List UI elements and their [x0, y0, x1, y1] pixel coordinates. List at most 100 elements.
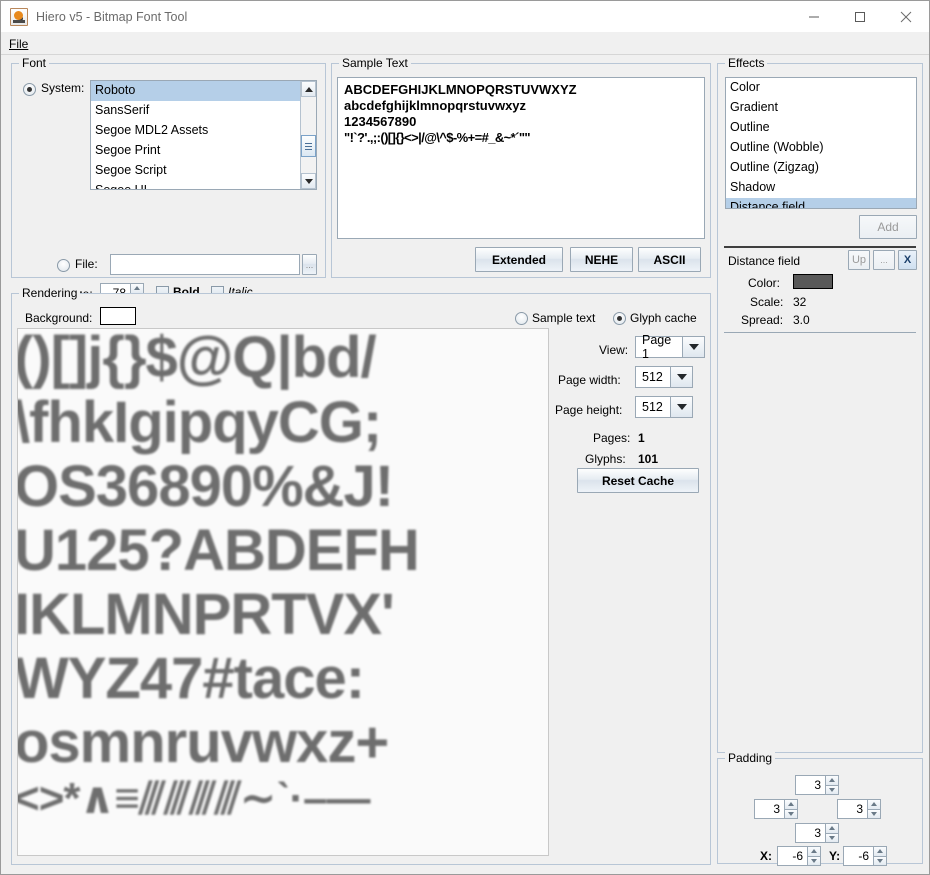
- padding-panel-legend: Padding: [725, 751, 775, 765]
- effect-list-item[interactable]: Color: [726, 78, 916, 98]
- font-file-input[interactable]: [110, 254, 300, 275]
- effect-list-item[interactable]: Shadow: [726, 178, 916, 198]
- padding-x-arrows[interactable]: [807, 846, 821, 866]
- effect-scale-value[interactable]: 32: [793, 295, 806, 309]
- glyph-cache-canvas[interactable]: ()[]j{}$@Q|bd/ \fhkIgipqyCG; OS36890%&J!…: [17, 328, 549, 856]
- background-label: Background:: [25, 311, 92, 325]
- page-height-select[interactable]: 512: [635, 396, 693, 418]
- glyph-cache-view-label: Glyph cache: [630, 311, 697, 325]
- background-color-swatch[interactable]: [100, 307, 136, 325]
- reset-cache-button[interactable]: Reset Cache: [577, 468, 699, 493]
- padding-left-input[interactable]: 3: [754, 799, 784, 819]
- padding-right-decrement[interactable]: [867, 809, 881, 820]
- effects-list[interactable]: Color Gradient Outline Outline (Wobble) …: [725, 77, 917, 209]
- glyph-cache-view-radio[interactable]: [613, 312, 626, 325]
- padding-right-input[interactable]: 3: [837, 799, 867, 819]
- sample-text-line: ABCDEFGHIJKLMNOPQRSTUVWXYZ: [344, 82, 698, 98]
- padding-y-label: Y:: [829, 849, 840, 863]
- effect-remove-button[interactable]: X: [898, 250, 917, 270]
- font-list-item[interactable]: Segoe Print: [91, 141, 316, 161]
- sample-text-area[interactable]: ABCDEFGHIJKLMNOPQRSTUVWXYZ abcdefghijklm…: [337, 77, 705, 239]
- sample-text-line: "!`?'.,;:()[]{}<>|/@\^$-%+=#_&~*´"": [344, 130, 698, 146]
- scrollbar-thumb[interactable]: [301, 135, 316, 157]
- padding-right-arrows[interactable]: [867, 799, 881, 819]
- padding-x-increment[interactable]: [807, 846, 821, 856]
- system-font-radio[interactable]: [23, 83, 36, 96]
- size-increment[interactable]: [130, 283, 144, 293]
- view-page-select[interactable]: Page 1: [635, 336, 705, 358]
- scroll-up-icon[interactable]: [301, 81, 316, 97]
- view-label: View:: [599, 343, 628, 357]
- menu-bar: File: [1, 33, 929, 55]
- padding-bottom-stepper[interactable]: 3: [795, 823, 839, 843]
- effect-list-item[interactable]: Gradient: [726, 98, 916, 118]
- padding-left-increment[interactable]: [784, 799, 798, 809]
- padding-y-input[interactable]: -6: [843, 846, 873, 866]
- minimize-icon[interactable]: [791, 1, 837, 32]
- padding-bottom-arrows[interactable]: [825, 823, 839, 843]
- font-list-item[interactable]: Segoe MDL2 Assets: [91, 121, 316, 141]
- padding-bottom-increment[interactable]: [825, 823, 839, 833]
- font-list-scrollbar[interactable]: [300, 81, 316, 189]
- sample-text-view-radio[interactable]: [515, 312, 528, 325]
- padding-bottom-decrement[interactable]: [825, 833, 839, 844]
- padding-y-increment[interactable]: [873, 846, 887, 856]
- page-height-label: Page height:: [555, 403, 622, 417]
- chevron-down-icon[interactable]: [683, 336, 705, 358]
- effect-list-item[interactable]: Outline (Wobble): [726, 138, 916, 158]
- padding-top-increment[interactable]: [825, 775, 839, 785]
- sample-text-panel: Sample Text ABCDEFGHIJKLMNOPQRSTUVWXYZ a…: [331, 63, 711, 278]
- nehe-button[interactable]: NEHE: [570, 247, 633, 272]
- font-list-item[interactable]: Roboto: [91, 81, 316, 101]
- padding-left-arrows[interactable]: [784, 799, 798, 819]
- padding-y-decrement[interactable]: [873, 856, 887, 867]
- ascii-button[interactable]: ASCII: [638, 247, 701, 272]
- chevron-down-icon[interactable]: [671, 366, 693, 388]
- padding-right-stepper[interactable]: 3: [837, 799, 881, 819]
- close-icon[interactable]: [883, 1, 929, 32]
- file-font-radio[interactable]: [57, 259, 70, 272]
- padding-left-stepper[interactable]: 3: [754, 799, 798, 819]
- glyph-cache-row: OS36890%&J!: [17, 455, 548, 519]
- menu-file[interactable]: File: [1, 35, 36, 53]
- extended-button[interactable]: Extended: [475, 247, 563, 272]
- glyph-cache-row: osmnruvwxz+: [17, 711, 548, 775]
- font-list-item[interactable]: Segoe UI: [91, 181, 316, 190]
- effect-properties-divider: [724, 332, 916, 333]
- effect-list-item[interactable]: Outline: [726, 118, 916, 138]
- padding-top-input[interactable]: 3: [795, 775, 825, 795]
- maximize-icon[interactable]: [837, 1, 883, 32]
- effect-spread-label: Spread:: [741, 313, 783, 327]
- glyphs-value: 101: [638, 452, 658, 466]
- chevron-down-icon[interactable]: [671, 396, 693, 418]
- glyphs-label: Glyphs:: [585, 452, 626, 466]
- effects-divider: [724, 246, 916, 248]
- effect-config-button[interactable]: ...: [873, 250, 895, 270]
- effect-move-up-button[interactable]: Up: [848, 250, 870, 270]
- padding-left-decrement[interactable]: [784, 809, 798, 820]
- effect-color-swatch[interactable]: [793, 274, 833, 289]
- padding-right-increment[interactable]: [867, 799, 881, 809]
- active-effect-name: Distance field: [728, 254, 800, 268]
- effect-list-item[interactable]: Outline (Zigzag): [726, 158, 916, 178]
- page-width-select[interactable]: 512: [635, 366, 693, 388]
- font-list-item[interactable]: Segoe Script: [91, 161, 316, 181]
- padding-x-input[interactable]: -6: [777, 846, 807, 866]
- system-font-list[interactable]: Roboto SansSerif Segoe MDL2 Assets Segoe…: [90, 80, 317, 190]
- font-list-item[interactable]: SansSerif: [91, 101, 316, 121]
- glyph-cache-row: <>*∧≡⫻⫻⫻⫻∼ˋ·–—: [17, 775, 548, 823]
- pages-value: 1: [638, 431, 645, 445]
- padding-top-arrows[interactable]: [825, 775, 839, 795]
- padding-bottom-input[interactable]: 3: [795, 823, 825, 843]
- padding-top-decrement[interactable]: [825, 785, 839, 796]
- padding-top-stepper[interactable]: 3: [795, 775, 839, 795]
- padding-y-arrows[interactable]: [873, 846, 887, 866]
- padding-x-stepper[interactable]: -6: [777, 846, 821, 866]
- scroll-down-icon[interactable]: [301, 173, 316, 189]
- add-effect-button[interactable]: Add: [859, 215, 917, 239]
- padding-y-stepper[interactable]: -6: [843, 846, 887, 866]
- effect-list-item[interactable]: Distance field: [726, 198, 916, 209]
- font-file-browse-button[interactable]: ...: [302, 254, 317, 275]
- padding-x-decrement[interactable]: [807, 856, 821, 867]
- effect-spread-value[interactable]: 3.0: [793, 313, 810, 327]
